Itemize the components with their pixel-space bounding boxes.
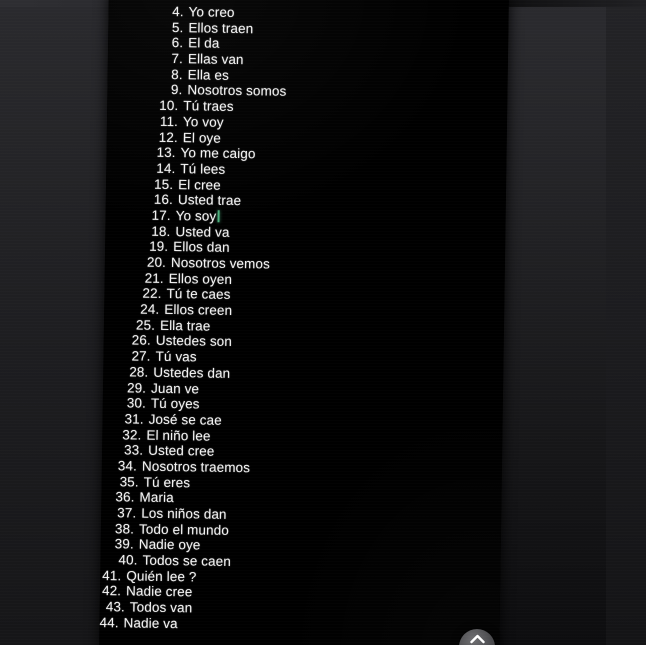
list-item-text: Quién lee ? (126, 568, 197, 585)
list-item-number: 15. (153, 176, 174, 192)
list-item-number: 22. (142, 285, 162, 302)
list-item-text: Ustedes son (155, 333, 233, 350)
list-item-number: 44. (99, 614, 119, 631)
list-item-text: Tú lees (180, 161, 226, 177)
list-item-number: 5. (171, 19, 184, 35)
list-item-number: 19. (149, 239, 169, 255)
list-item-text: Ellos oyen (168, 270, 233, 287)
text-cursor-caret (217, 210, 220, 223)
list-item-text: Todos se caen (142, 552, 232, 570)
list-item-number: 43. (105, 599, 125, 615)
list-item-text: Yo me caigo (180, 145, 256, 162)
list-item-number: 30. (126, 395, 146, 411)
list-item-text: Nadie cree (125, 583, 193, 600)
list-item-number: 34. (117, 458, 138, 474)
list-item-text: Nosotros somos (187, 82, 287, 100)
list-item-text: Ellos dan (173, 239, 230, 256)
list-item-text: Juan ve (151, 380, 200, 396)
list-item-text: Yo soy (175, 208, 217, 224)
list-item-number: 18. (151, 223, 171, 239)
list-item-number: 25. (135, 317, 156, 333)
list-item-text: Tú oyes (150, 395, 200, 412)
list-item-text: Yo voy (182, 113, 224, 130)
list-item-number: 32. (122, 426, 142, 443)
list-item-number: 24. (140, 301, 160, 317)
content-panel-frame: 4. Yo creo 5. Ellos traen 6. El da 7. Ellas van… (99, 0, 509, 645)
list-item-number: 33. (123, 442, 144, 458)
list-item-text: Tú traes (183, 98, 234, 115)
list-item-number: 39. (114, 536, 134, 552)
list-item-text: El oye (182, 129, 222, 146)
list-item-text: Tú vas (155, 348, 197, 365)
list-item-text: Usted cree (148, 442, 215, 459)
list-item-text: Tú eres (143, 474, 191, 490)
list-item-text: Nosotros vemos (170, 255, 271, 272)
list-item-number: 12. (158, 129, 178, 145)
list-item-text: Nadie va (123, 615, 178, 631)
list-item-number: 37. (117, 505, 137, 521)
list-item-number: 28. (129, 364, 149, 380)
list-item-text: José se cae (148, 411, 222, 428)
list-item-number: 4. (172, 4, 184, 20)
list-item-text: Yo creo (188, 4, 235, 20)
numbered-sentence-list[interactable]: 4. Yo creo 5. Ellos traen 6. El da 7. Ellas van… (99, 3, 508, 636)
list-item-number: 10. (159, 97, 179, 114)
list-item-text: Maria (139, 489, 174, 506)
list-item-number: 16. (153, 192, 174, 208)
list-item-number: 17. (151, 207, 171, 223)
list-item-text: Usted va (175, 223, 230, 240)
list-item-number: 35. (119, 473, 139, 490)
list-item-text: El da (188, 35, 220, 52)
list-item-number: 29. (126, 379, 147, 396)
list-item-number: 14. (156, 160, 176, 176)
list-item-text: Todos van (129, 599, 193, 616)
list-item-text: Nosotros traemos (141, 458, 251, 476)
list-item-text: Ustedes dan (153, 364, 231, 381)
list-item-number: 41. (102, 567, 122, 584)
list-item-number: 27. (131, 348, 151, 364)
list-item-number: 20. (146, 254, 167, 270)
list-item-text: Ellas van (187, 51, 244, 68)
desktop-background-right (496, 0, 606, 645)
list-item-number: 21. (144, 270, 164, 286)
list-item-number: 26. (131, 332, 151, 349)
list-item-number: 13. (156, 144, 176, 161)
chevron-up-icon (469, 634, 485, 644)
list-item-number: 31. (124, 411, 144, 427)
desktop-background-edge (606, 0, 646, 645)
list-item-text: Ella trae (159, 317, 211, 334)
list-item-number: 38. (114, 520, 135, 537)
list-item-number: 6. (171, 35, 184, 51)
list-item-text: Nadie oye (138, 536, 201, 553)
list-item-text: Ellos creen (164, 301, 233, 318)
list-item-text: Ellos traen (188, 19, 254, 36)
list-item-number: 36. (115, 489, 135, 505)
desktop-background-left (0, 0, 112, 645)
list-item-number: 9. (170, 82, 183, 98)
list-item-text: Ella es (187, 66, 230, 83)
list-item-text: Tú te caes (166, 286, 231, 303)
list-item-text: El niño lee (146, 427, 211, 444)
list-item-text: Usted trae (177, 192, 242, 209)
list-item-text: El cree (178, 176, 221, 193)
list-item-number: 11. (159, 113, 179, 129)
list-item-number: 8. (171, 66, 183, 82)
list-item-text: Todo el mundo (138, 521, 229, 538)
list-item-number: 40. (118, 552, 138, 568)
content-panel[interactable]: 4. Yo creo 5. Ellos traen 6. El da 7. Ellas van… (99, 0, 509, 645)
list-item-number: 42. (101, 583, 122, 599)
screenshot-root: 4. Yo creo 5. Ellos traen 6. El da 7. Ellas van… (0, 0, 646, 645)
list-item-number: 7. (171, 51, 184, 67)
list-item-text: Los niños dan (141, 505, 227, 522)
